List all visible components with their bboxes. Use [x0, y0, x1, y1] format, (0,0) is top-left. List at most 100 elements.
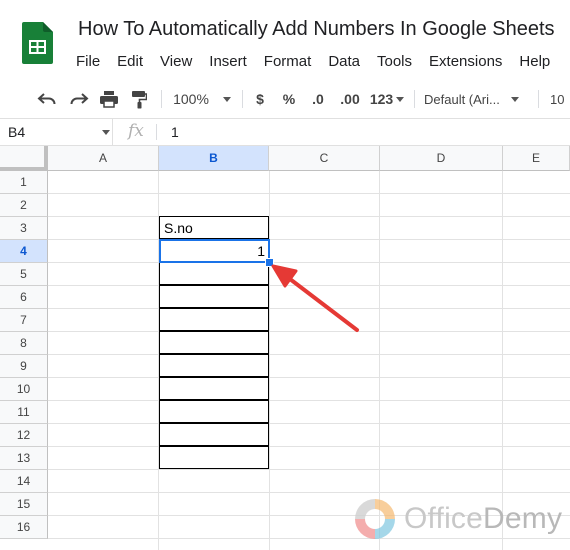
row-header-4[interactable]: 4	[0, 240, 48, 263]
sheets-logo-icon[interactable]	[22, 22, 53, 64]
watermark-brand-2: Demy	[483, 502, 563, 535]
chevron-down-icon	[222, 96, 231, 102]
row-header-7[interactable]: 7	[0, 309, 48, 332]
fill-handle[interactable]	[265, 258, 274, 267]
cell-b11[interactable]	[159, 400, 269, 423]
column-header-a[interactable]: A	[48, 146, 159, 171]
chevron-down-icon	[102, 130, 110, 135]
currency-format-button[interactable]: $	[251, 80, 269, 118]
gridline	[48, 239, 570, 240]
menu-file[interactable]: File	[76, 52, 100, 72]
print-icon	[100, 91, 118, 108]
chevron-down-icon	[396, 96, 405, 102]
zoom-value: 100%	[173, 91, 209, 107]
menu-insert[interactable]: Insert	[209, 52, 247, 72]
row-header-5[interactable]: 5	[0, 263, 48, 286]
decrease-decimals-button[interactable]: .0	[306, 80, 330, 118]
spreadsheet-grid: A B C D E 1 2 3 4 5 6 7 8 9 10 11 12 13 …	[0, 146, 570, 550]
menu-extensions[interactable]: Extensions	[429, 52, 502, 72]
column-header-c[interactable]: C	[269, 146, 380, 171]
gridline	[48, 285, 570, 286]
formula-bar: B4 fx 1	[0, 119, 570, 146]
menu-data[interactable]: Data	[328, 52, 360, 72]
cell-b10[interactable]	[159, 377, 269, 400]
select-all-corner[interactable]	[0, 146, 48, 171]
cell-b13[interactable]	[159, 446, 269, 469]
cell-b8[interactable]	[159, 331, 269, 354]
row-header-3[interactable]: 3	[0, 217, 48, 240]
row-header-6[interactable]: 6	[0, 286, 48, 309]
gridline	[48, 377, 570, 378]
document-title[interactable]: How To Automatically Add Numbers In Goog…	[78, 18, 555, 41]
row-header-8[interactable]: 8	[0, 332, 48, 355]
decrease-decimals-label: .0	[312, 91, 324, 107]
row-header-13[interactable]: 13	[0, 447, 48, 470]
zoom-select[interactable]: 100%	[168, 80, 236, 118]
font-select[interactable]: Default (Ari...	[424, 80, 530, 118]
row-header-15[interactable]: 15	[0, 493, 48, 516]
column-header-b[interactable]: B	[159, 146, 269, 171]
paint-format-button[interactable]	[126, 80, 152, 118]
name-box-value: B4	[8, 124, 26, 140]
print-button[interactable]	[96, 80, 122, 118]
gridline	[48, 423, 570, 424]
font-size-select[interactable]: 10	[550, 80, 570, 118]
paint-format-icon	[132, 90, 147, 108]
undo-icon	[37, 93, 56, 105]
increase-decimals-button[interactable]: .00	[336, 80, 364, 118]
gridline	[48, 469, 570, 470]
menu-edit[interactable]: Edit	[117, 52, 143, 72]
title-bar: How To Automatically Add Numbers In Goog…	[0, 0, 570, 80]
gridline	[48, 216, 570, 217]
number-format-label: 123	[369, 91, 394, 107]
column-header-e[interactable]: E	[503, 146, 570, 171]
chevron-down-icon	[510, 96, 519, 102]
gridline	[48, 446, 570, 447]
menu-help[interactable]: Help	[519, 52, 550, 72]
font-value: Default (Ari...	[424, 91, 500, 107]
column-header-d[interactable]: D	[380, 146, 503, 171]
toolbar-separator	[242, 90, 243, 108]
undo-button[interactable]	[34, 80, 60, 118]
menu-tools[interactable]: Tools	[377, 52, 412, 72]
number-format-select[interactable]: 123	[367, 80, 407, 118]
row-header-12[interactable]: 12	[0, 424, 48, 447]
menu-bar: File Edit View Insert Format Data Tools …	[76, 52, 567, 72]
menu-view[interactable]: View	[160, 52, 192, 72]
cell-b9[interactable]	[159, 354, 269, 377]
toolbar-separator	[538, 90, 539, 108]
row-header-14[interactable]: 14	[0, 470, 48, 493]
toolbar-separator	[161, 90, 162, 108]
cell-b12[interactable]	[159, 423, 269, 446]
toolbar: 100% $ % .0 .00 123 Default (Ari... 10	[0, 80, 570, 119]
percent-format-button[interactable]: %	[280, 80, 298, 118]
row-header-2[interactable]: 2	[0, 194, 48, 217]
watermark: OfficeDemy	[352, 494, 570, 544]
formula-input[interactable]: 1	[171, 124, 179, 140]
cell-b4-value: 1	[257, 243, 265, 259]
row-header-1[interactable]: 1	[0, 171, 48, 194]
gridline	[48, 262, 570, 263]
gridline	[48, 400, 570, 401]
fx-icon: fx	[128, 121, 144, 141]
redo-icon	[70, 93, 89, 105]
redo-button[interactable]	[66, 80, 92, 118]
name-box[interactable]: B4	[0, 119, 113, 145]
cell-b7[interactable]	[159, 308, 269, 331]
gridline	[48, 193, 570, 194]
row-header-10[interactable]: 10	[0, 378, 48, 401]
gridline	[48, 354, 570, 355]
row-header-9[interactable]: 9	[0, 355, 48, 378]
officedemy-logo-icon	[355, 499, 395, 539]
cell-b6[interactable]	[159, 285, 269, 308]
gridline	[48, 492, 570, 493]
cell-b3-text: S.no	[164, 220, 193, 236]
gridline	[48, 308, 570, 309]
formula-separator	[156, 124, 157, 140]
row-header-16[interactable]: 16	[0, 516, 48, 539]
cell-b5[interactable]	[159, 262, 269, 285]
menu-format[interactable]: Format	[264, 52, 312, 72]
row-header-11[interactable]: 11	[0, 401, 48, 424]
toolbar-separator	[414, 90, 415, 108]
watermark-brand-1: Office	[404, 502, 484, 535]
